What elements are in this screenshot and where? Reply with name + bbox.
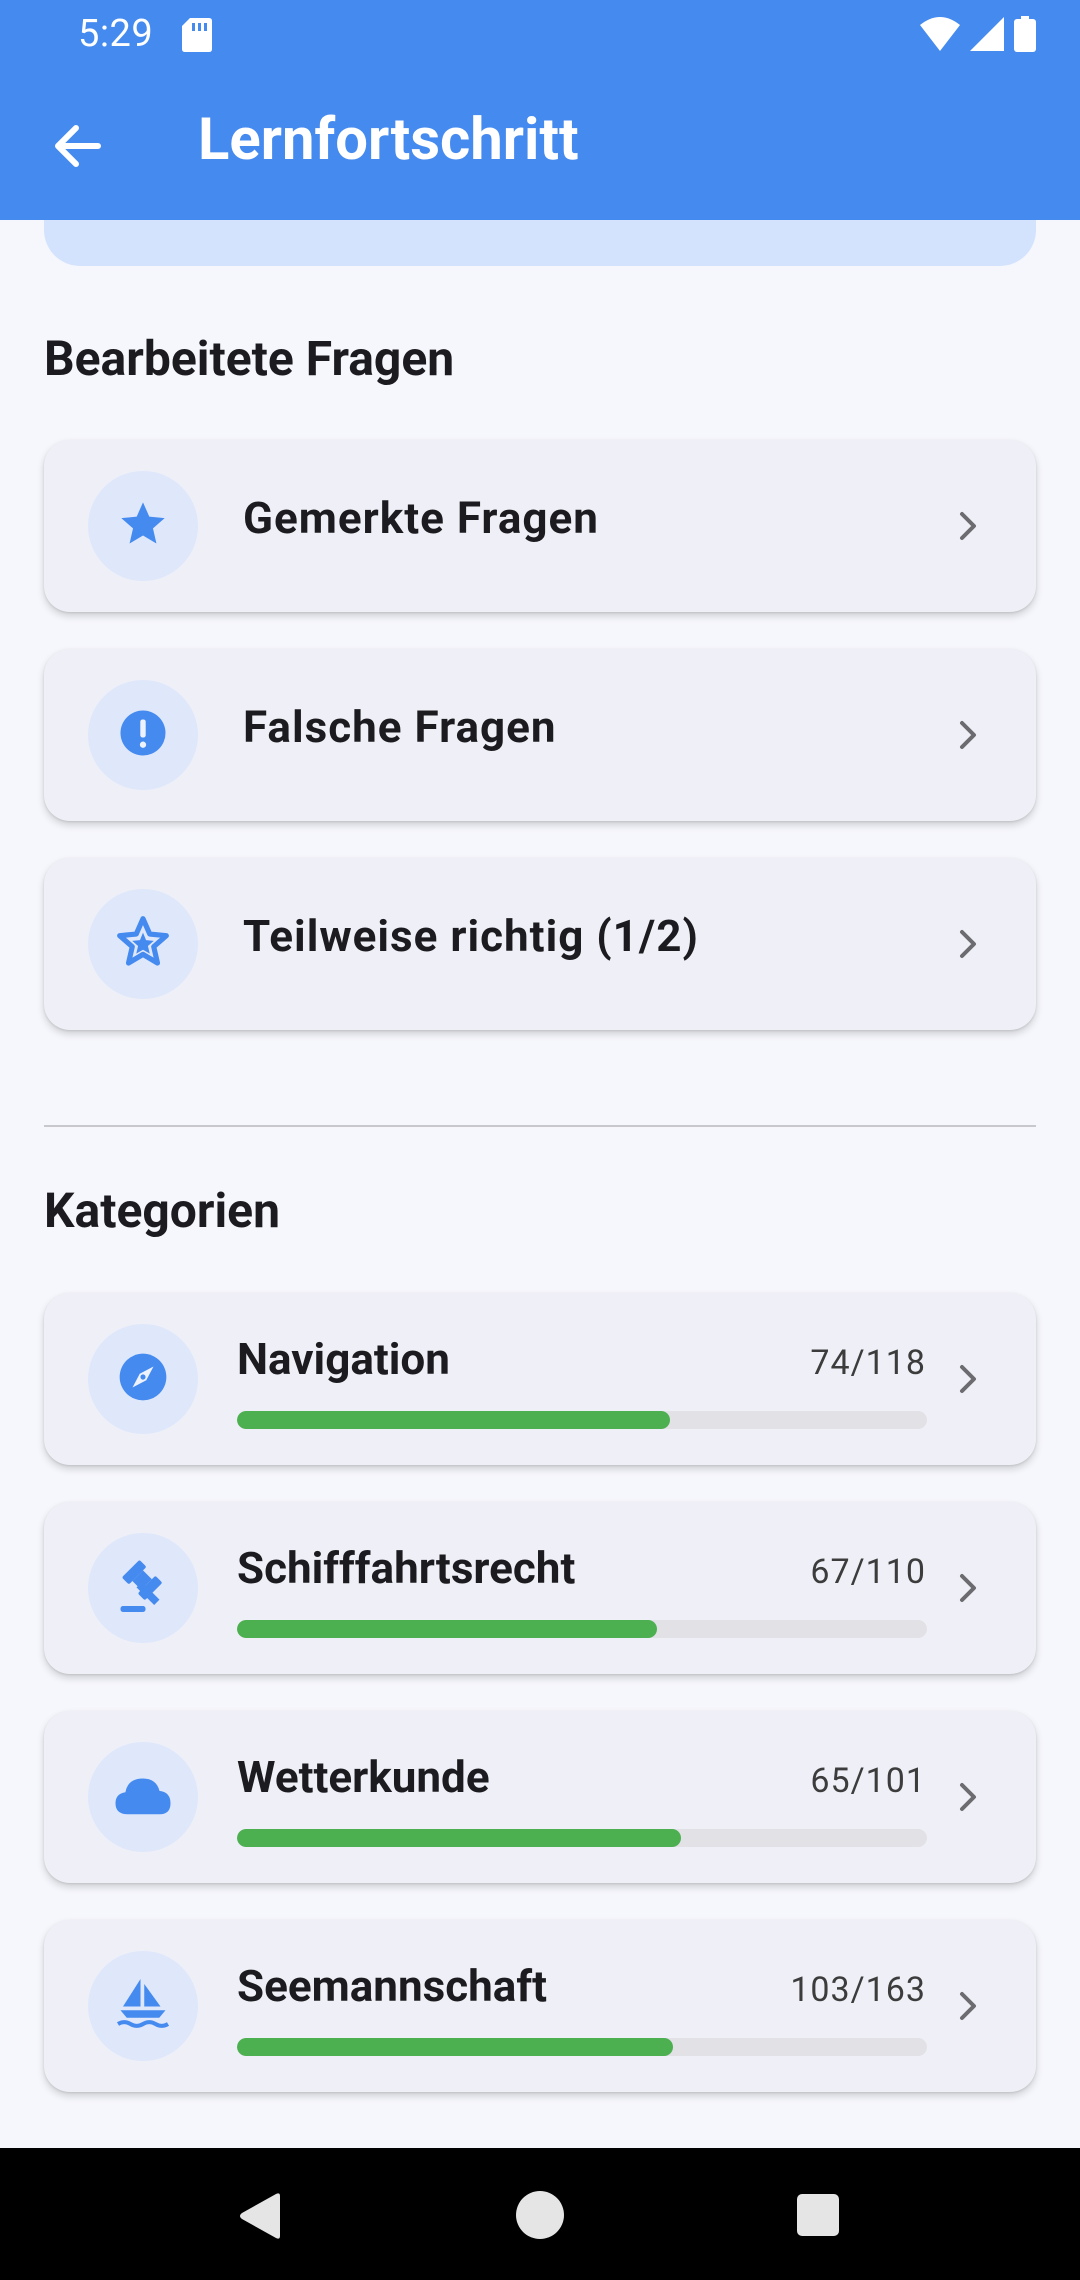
app-bar: Lernfortschritt <box>0 70 1080 220</box>
category-card-wetterkunde[interactable]: Wetterkunde 65/101 <box>44 1711 1036 1883</box>
progress-fill <box>237 1411 670 1429</box>
category-count: 103/163 <box>790 1970 926 2010</box>
card-falsche-fragen[interactable]: Falsche Fragen <box>44 649 1036 821</box>
nav-recents-icon[interactable] <box>797 2194 839 2240</box>
section-title-categories: Kategorien <box>44 1182 280 1239</box>
category-name: Wetterkunde <box>237 1751 490 1803</box>
category-count: 74/118 <box>810 1343 926 1383</box>
compass-icon <box>115 1349 171 1409</box>
system-nav-bar <box>0 2148 1080 2280</box>
card-label: Teilweise richtig (1/2) <box>243 910 699 962</box>
card-label: Falsche Fragen <box>243 701 557 753</box>
progress-fill <box>237 2038 674 2056</box>
back-arrow-icon[interactable] <box>48 116 108 176</box>
star-icon <box>117 498 169 554</box>
chevron-right-icon <box>948 1359 988 1403</box>
card-teilweise-richtig[interactable]: Teilweise richtig (1/2) <box>44 858 1036 1030</box>
progress-fill <box>237 1620 658 1638</box>
category-name: Seemannschaft <box>237 1960 547 2012</box>
section-title-edited: Bearbeitete Fragen <box>44 330 455 387</box>
signal-icon <box>970 17 1004 55</box>
sd-card-icon <box>182 18 212 56</box>
progress-bar <box>237 1411 927 1429</box>
status-bar: 5:29 <box>0 0 1080 70</box>
chevron-right-icon <box>948 1986 988 2030</box>
status-time: 5:29 <box>78 12 154 56</box>
chevron-right-icon <box>948 715 988 759</box>
nav-home-icon[interactable] <box>515 2190 565 2244</box>
progress-fill <box>237 1829 682 1847</box>
category-count: 65/101 <box>810 1761 926 1801</box>
category-name: Schifffahrtsrecht <box>237 1542 576 1594</box>
summary-banner <box>44 220 1036 266</box>
category-card-schifffahrtsrecht[interactable]: Schifffahrtsrecht 67/110 <box>44 1502 1036 1674</box>
chevron-right-icon <box>948 1777 988 1821</box>
chevron-right-icon <box>948 506 988 550</box>
battery-icon <box>1014 16 1036 56</box>
nav-back-icon[interactable] <box>238 2192 284 2244</box>
star-half-icon <box>115 914 171 974</box>
chevron-right-icon <box>948 924 988 968</box>
sailboat-icon <box>113 1974 173 2038</box>
category-name: Navigation <box>237 1333 450 1385</box>
category-card-navigation[interactable]: Navigation 74/118 <box>44 1293 1036 1465</box>
alert-circle-icon <box>116 706 170 764</box>
category-card-seemannschaft[interactable]: Seemannschaft 103/163 <box>44 1920 1036 2092</box>
progress-bar <box>237 1829 927 1847</box>
chevron-right-icon <box>948 1568 988 1612</box>
wifi-icon <box>920 17 960 55</box>
section-divider <box>44 1125 1036 1127</box>
progress-bar <box>237 1620 927 1638</box>
category-count: 67/110 <box>810 1552 926 1592</box>
card-gemerkte-fragen[interactable]: Gemerkte Fragen <box>44 440 1036 612</box>
cloud-icon <box>110 1762 176 1832</box>
page-title: Lernfortschritt <box>198 106 579 174</box>
card-label: Gemerkte Fragen <box>243 492 599 544</box>
gavel-icon <box>113 1556 173 1620</box>
progress-content[interactable]: Bearbeitete Fragen Gemerkte Fragen Falsc… <box>0 220 1080 2148</box>
progress-bar <box>237 2038 927 2056</box>
